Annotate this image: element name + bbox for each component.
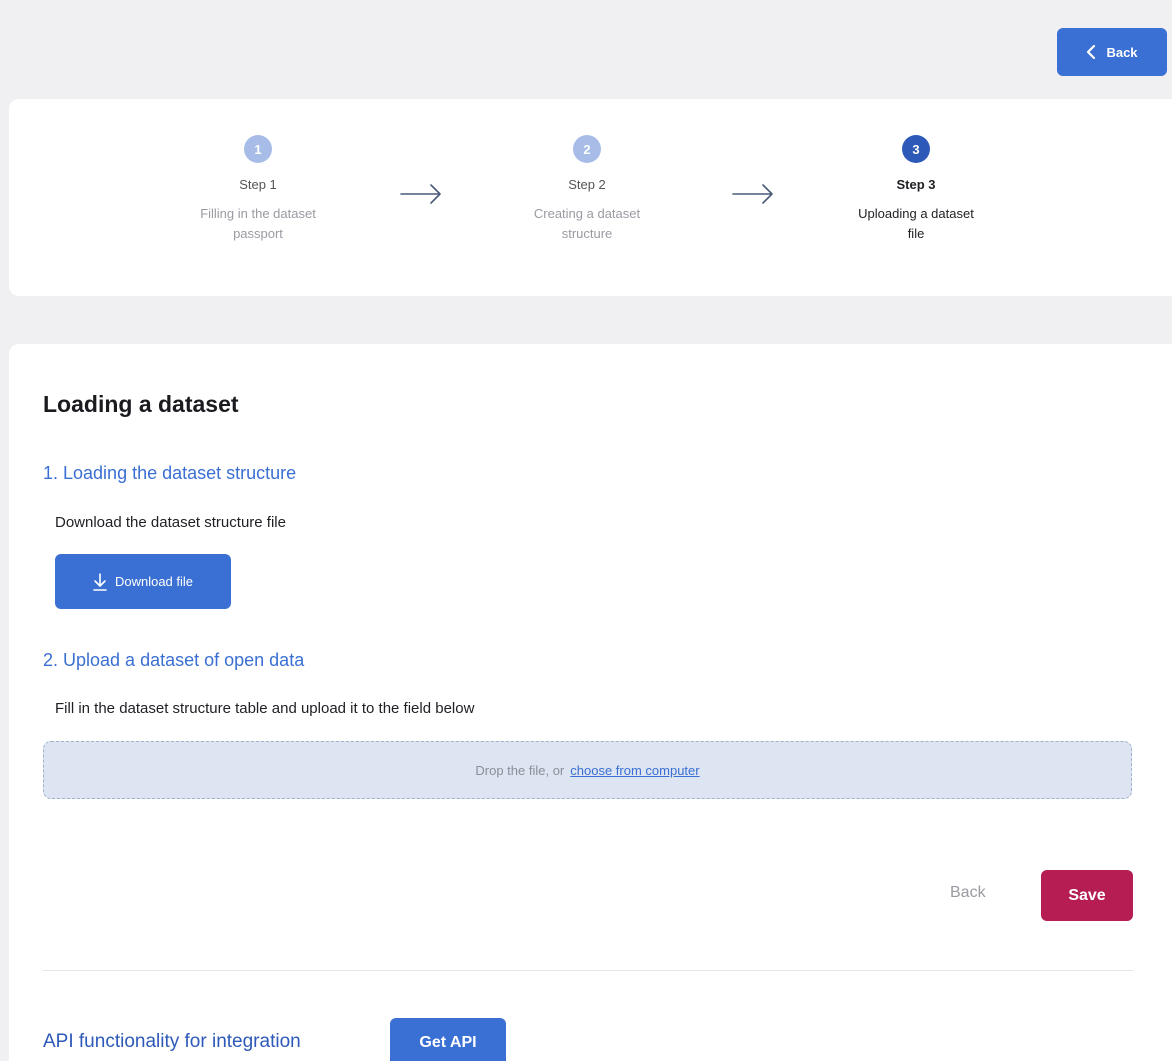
step-1-desc-line1: Filling in the dataset: [200, 206, 316, 221]
step-3-desc-line1: Uploading a dataset: [858, 206, 974, 221]
step-3-title: Step 3: [896, 177, 936, 192]
file-dropzone[interactable]: Drop the file, or choose from computer: [43, 741, 1132, 799]
back-button-top[interactable]: Back: [1057, 28, 1167, 76]
download-icon: [93, 572, 107, 591]
choose-file-link[interactable]: choose from computer: [570, 763, 699, 778]
section-upload-description: Fill in the dataset structure table and …: [55, 700, 475, 717]
chevron-left-icon: [1087, 45, 1096, 59]
step-2-desc-line1: Creating a dataset: [533, 206, 641, 221]
step-1: 1 Step 1 Filling in the dataset passport: [158, 135, 358, 244]
step-1-title: Step 1: [239, 177, 277, 192]
step-1-description: Filling in the dataset passport: [158, 204, 358, 244]
step-2-title: Step 2: [568, 177, 606, 192]
stepper: 1 Step 1 Filling in the dataset passport…: [9, 99, 1172, 296]
api-section-label: API functionality for integration: [43, 1031, 301, 1052]
upload-form-card: Loading a dataset 1. Loading the dataset…: [9, 344, 1172, 1061]
dropzone-text: Drop the file, or: [475, 762, 565, 778]
download-file-button[interactable]: Download file: [55, 554, 231, 609]
step-3-desc-line2: file: [907, 226, 925, 241]
back-button[interactable]: Back: [950, 884, 986, 902]
divider: [43, 970, 1133, 971]
step-3-number: 3: [902, 135, 930, 163]
back-button-label: Back: [1106, 44, 1138, 60]
section-upload-title: 2. Upload a dataset of open data: [43, 650, 305, 670]
step-2-number: 2: [573, 135, 601, 163]
step-2-description: Creating a dataset structure: [487, 204, 687, 244]
step-2-desc-line2: structure: [561, 226, 613, 241]
step-3: 3 Step 3 Uploading a dataset file: [816, 135, 1016, 244]
arrow-right-icon: [732, 184, 773, 204]
arrow-right-icon: [400, 184, 441, 204]
step-3-description: Uploading a dataset file: [816, 204, 1016, 244]
step-2: 2 Step 2 Creating a dataset structure: [487, 135, 687, 244]
step-1-number: 1: [244, 135, 272, 163]
page-title: Loading a dataset: [43, 391, 239, 417]
section-structure-description: Download the dataset structure file: [55, 514, 286, 531]
section-structure-title: 1. Loading the dataset structure: [43, 463, 297, 483]
get-api-button[interactable]: Get API: [390, 1018, 506, 1061]
save-button[interactable]: Save: [1041, 870, 1133, 921]
download-file-label: Download file: [114, 574, 194, 589]
step-1-desc-line2: passport: [233, 226, 283, 241]
